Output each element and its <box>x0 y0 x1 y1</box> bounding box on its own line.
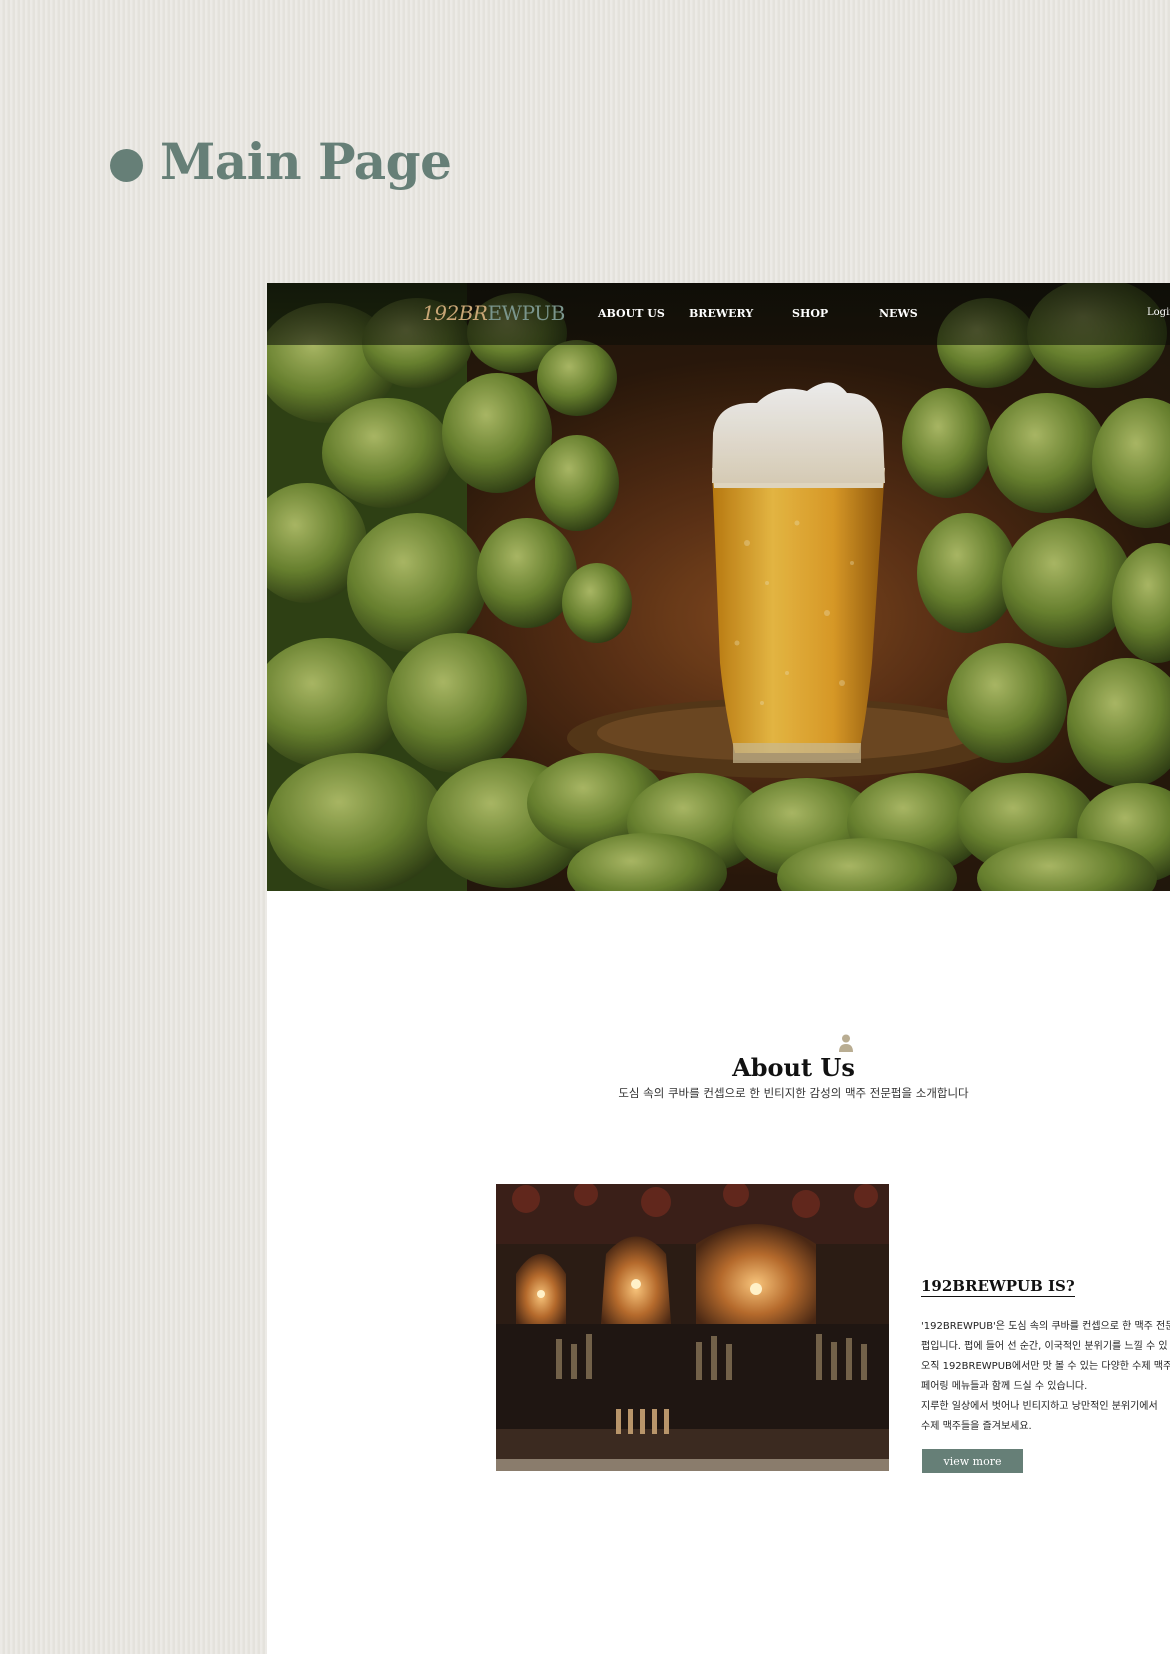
nav-item-about-us[interactable]: ABOUT US <box>598 307 665 320</box>
person-icon <box>839 1034 853 1052</box>
logo-text-b: WPUB <box>501 301 566 325</box>
logo-text-a: 192BR <box>422 301 488 325</box>
hero-image: 192BREWPUB ABOUT US BREWERY SHOP NEWS Lo… <box>267 283 1170 891</box>
info-line: 오직 192BREWPUB에서만 맛 볼 수 있는 다양한 수제 맥주 <box>921 1361 1170 1372</box>
info-line: '192BREWPUB'은 도심 속의 쿠바를 컨셉으로 한 맥주 전문 <box>921 1321 1170 1332</box>
page-heading: Main Page <box>110 132 452 191</box>
nav-item-brewery[interactable]: BREWERY <box>689 307 753 320</box>
brand-logo[interactable]: 192BREWPUB <box>422 301 565 325</box>
about-subtitle: 도심 속의 쿠바를 컨셉으로 한 빈티지한 감성의 맥주 전문펍을 소개합니다 <box>618 1086 969 1100</box>
info-line: 페어링 메뉴들과 함께 드실 수 있습니다. <box>921 1381 1088 1392</box>
website-mockup: 192BREWPUB ABOUT US BREWERY SHOP NEWS Lo… <box>267 283 1170 1654</box>
hero-illustration <box>267 283 1170 891</box>
navigation-bar: 192BREWPUB ABOUT US BREWERY SHOP NEWS Lo… <box>267 283 1170 345</box>
page-title: Main Page <box>160 132 452 191</box>
view-more-button[interactable]: view more <box>922 1449 1023 1473</box>
bullet-dot-icon <box>110 149 143 182</box>
logo-text-dash: E <box>487 301 502 325</box>
login-link[interactable]: Login <box>1147 307 1170 318</box>
info-description: '192BREWPUB'은 도심 속의 쿠바를 컨셉으로 한 맥주 전문 펍입니… <box>921 1317 1170 1437</box>
nav-item-shop[interactable]: SHOP <box>792 307 828 320</box>
info-title: 192BREWPUB IS? <box>921 1277 1075 1297</box>
info-line: 지루한 일상에서 벗어나 빈티지하고 낭만적인 분위기에서 <box>921 1401 1158 1412</box>
info-line: 수제 맥주들을 즐겨보세요. <box>921 1421 1032 1432</box>
pub-interior-image <box>496 1184 889 1471</box>
pub-illustration <box>496 1184 889 1471</box>
nav-item-news[interactable]: NEWS <box>879 307 918 320</box>
info-line: 펍입니다. 펍에 들어 선 순간, 이국적인 분위기를 느낄 수 있 <box>921 1341 1168 1352</box>
about-title: About Us <box>732 1053 855 1082</box>
